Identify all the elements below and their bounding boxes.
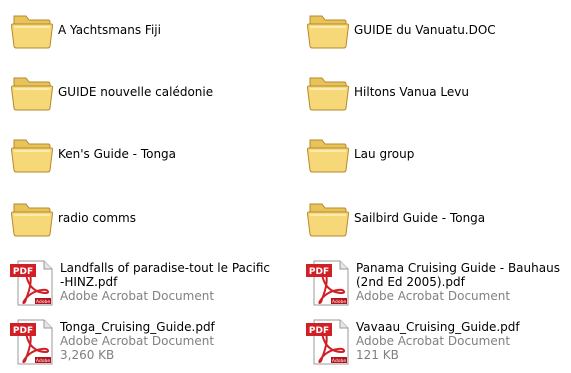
folder-icon — [10, 15, 54, 49]
file-info: Landfalls of paradise-tout le Pacific -H… — [60, 261, 270, 303]
folder-name: radio comms — [58, 211, 136, 225]
pdf-icon: PDF Adobe — [10, 260, 53, 306]
folder-name: GUIDE nouvelle calédonie — [58, 85, 214, 99]
file-name-line: -HINZ.pdf — [60, 275, 118, 289]
file-size: 3,260 KB — [60, 348, 115, 362]
folder-item[interactable]: A Yachtsmans Fiji — [0, 4, 275, 60]
adobe-brand: Adobe — [332, 358, 346, 364]
pdf-badge: PDF — [13, 326, 33, 336]
file-view: A Yachtsmans Fiji GUIDE du Vanuatu.DOC G… — [0, 0, 571, 373]
folder-name: Sailbird Guide - Tonga — [354, 211, 486, 225]
adobe-brand: Adobe — [36, 299, 50, 305]
pdf-file-item[interactable]: PDF Adobe Landfalls of paradise-tout le … — [0, 259, 275, 315]
folder-item[interactable]: Ken's Guide - Tonga — [0, 128, 275, 184]
folder-icon — [10, 139, 54, 173]
adobe-brand: Adobe — [36, 358, 50, 364]
folder-icon — [306, 77, 350, 111]
file-info: Vavaau_Cruising_Guide.pdf Adobe Acrobat … — [356, 320, 520, 362]
file-name-line: Landfalls of paradise-tout le Pacific — [60, 261, 270, 275]
pdf-icon: PDF Adobe — [306, 319, 349, 365]
pdf-icon: PDF Adobe — [10, 319, 53, 365]
folder-icon — [10, 77, 54, 111]
file-type: Adobe Acrobat Document — [60, 334, 215, 348]
pdf-icon: PDF Adobe — [306, 260, 349, 306]
folder-icon — [10, 203, 54, 237]
pdf-file-item[interactable]: PDF Adobe Vavaau_Cruising_Guide.pdf Adob… — [296, 318, 571, 373]
folder-item[interactable]: Sailbird Guide - Tonga — [296, 192, 571, 248]
folder-item[interactable]: GUIDE du Vanuatu.DOC — [296, 4, 571, 60]
file-name-line: Vavaau_Cruising_Guide.pdf — [356, 320, 520, 334]
file-type: Adobe Acrobat Document — [356, 289, 511, 303]
folder-name: Ken's Guide - Tonga — [58, 147, 177, 161]
folder-item[interactable]: GUIDE nouvelle calédonie — [0, 66, 275, 122]
adobe-brand: Adobe — [332, 299, 346, 305]
folder-name: Lau group — [354, 147, 415, 161]
folder-item[interactable]: Hiltons Vanua Levu — [296, 66, 571, 122]
file-name-line: Tonga_Cruising_Guide.pdf — [60, 320, 215, 334]
folder-icon — [306, 139, 350, 173]
pdf-badge: PDF — [13, 267, 33, 277]
pdf-file-item[interactable]: PDF Adobe Tonga_Cruising_Guide.pdf Adobe… — [0, 318, 275, 373]
folder-name: GUIDE du Vanuatu.DOC — [354, 23, 496, 37]
pdf-file-item[interactable]: PDF Adobe Panama Cruising Guide - Bauhau… — [296, 259, 571, 315]
folder-icon — [306, 15, 350, 49]
file-type: Adobe Acrobat Document — [60, 289, 215, 303]
file-name-line: (2nd Ed 2005).pdf — [356, 275, 465, 289]
folder-name: A Yachtsmans Fiji — [58, 23, 161, 37]
file-type: Adobe Acrobat Document — [356, 334, 511, 348]
file-name-line: Panama Cruising Guide - Bauhaus — [356, 261, 560, 275]
file-size: 121 KB — [356, 348, 399, 362]
folder-item[interactable]: radio comms — [0, 192, 275, 248]
file-info: Panama Cruising Guide - Bauhaus (2nd Ed … — [356, 261, 560, 303]
folder-name: Hiltons Vanua Levu — [354, 85, 469, 99]
folder-item[interactable]: Lau group — [296, 128, 571, 184]
pdf-badge: PDF — [309, 326, 329, 336]
pdf-badge: PDF — [309, 267, 329, 277]
folder-icon — [306, 203, 350, 237]
file-info: Tonga_Cruising_Guide.pdf Adobe Acrobat D… — [60, 320, 215, 362]
